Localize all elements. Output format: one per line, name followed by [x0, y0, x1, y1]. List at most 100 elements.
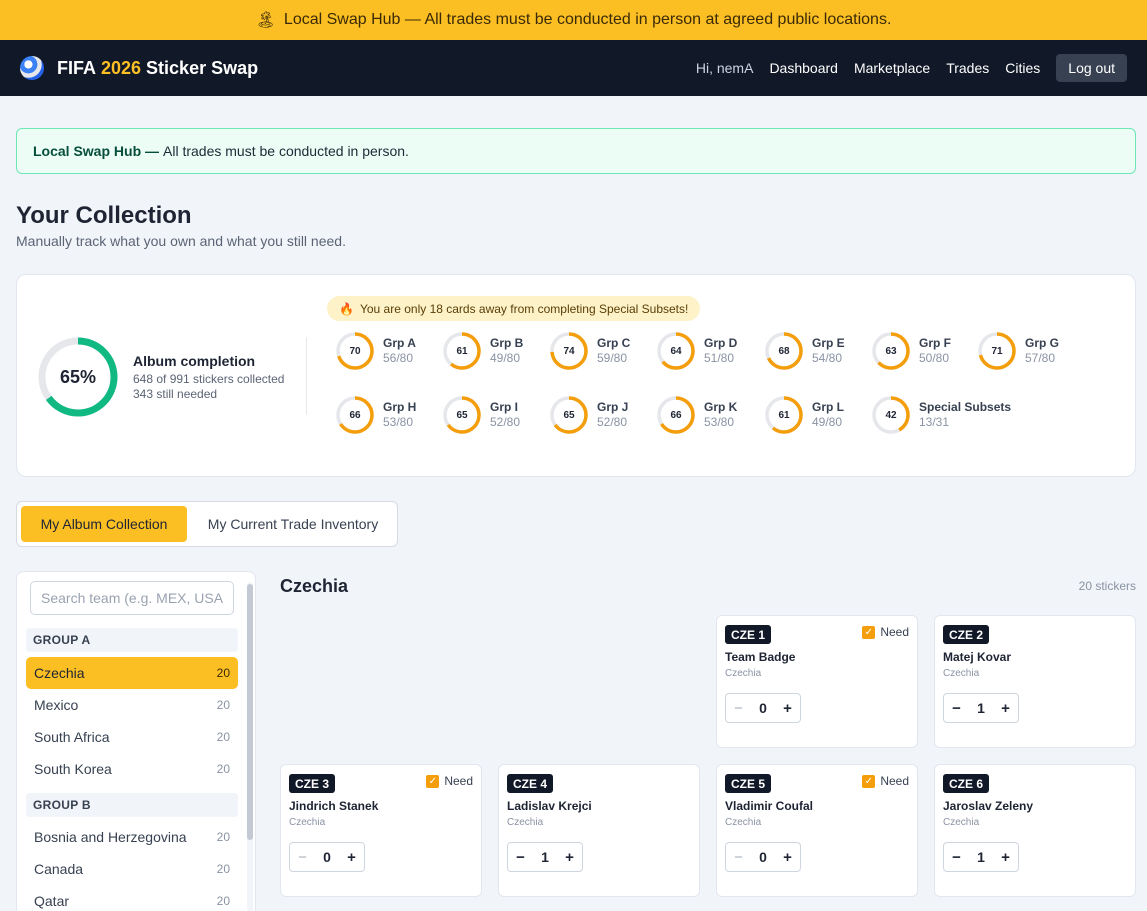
sticker-card-cze-1: CZE 1 ✓ Need Team Badge Czechia −0 +	[716, 615, 918, 748]
sticker-card-cze-5: CZE 5 ✓ Need Vladimir Coufal Czechia −0 +	[716, 764, 918, 897]
group-name: Grp H	[383, 400, 417, 414]
user-greeting: Hi, nemA	[695, 60, 754, 76]
increment-button[interactable]: +	[557, 849, 582, 866]
sticker-card-cze-3: CZE 3 ✓ Need Jindrich Stanek Czechia −0 +	[280, 764, 482, 897]
soccer-ball-icon	[20, 56, 44, 80]
group-name: Grp G	[1025, 336, 1060, 350]
group-percent: 64	[670, 345, 682, 357]
group-progress-grp-f: 63 Grp F 50/80	[871, 331, 977, 375]
group-progress-grp-e: 68 Grp E 54/80	[764, 331, 870, 375]
sticker-code: CZE 2	[943, 625, 990, 644]
increment-button[interactable]: +	[775, 849, 800, 866]
team-name: South Korea	[34, 761, 112, 777]
decrement-button[interactable]: −	[508, 849, 533, 866]
sticker-card-cze-4: CZE 4 Ladislav Krejci Czechia −1 +	[498, 764, 700, 897]
group-progress-grp-i: 65 Grp I 52/80	[442, 395, 548, 439]
alert-bold: Local Swap Hub —	[33, 143, 160, 159]
sticker-code: CZE 4	[507, 774, 554, 793]
group-progress-grp-a: 70 Grp A 56/80	[335, 331, 441, 375]
sidebar-team-south-africa[interactable]: South Africa 20	[26, 721, 238, 753]
need-toggle[interactable]: ✓ Need	[862, 774, 909, 788]
team-count: 20	[216, 698, 230, 712]
group-count: 54/80	[812, 351, 843, 365]
nav-link-trades[interactable]: Trades	[946, 60, 989, 76]
player-team: Czechia	[507, 817, 544, 828]
need-toggle[interactable]: ✓ Need	[426, 774, 473, 788]
increment-button[interactable]: +	[993, 700, 1018, 717]
player-team: Czechia	[943, 668, 980, 679]
info-alert: Local Swap Hub — All trades must be cond…	[16, 128, 1136, 174]
group-percent: 74	[563, 345, 575, 357]
group-progress-grp-h: 66 Grp H 53/80	[335, 395, 441, 439]
checkbox-checked-icon[interactable]: ✓	[862, 625, 876, 639]
away-badge: 🔥 You are only 18 cards away from comple…	[327, 296, 701, 321]
brand-suffix: Sticker Swap	[146, 57, 259, 78]
player-name: Team Badge	[725, 650, 796, 664]
decrement-button[interactable]: −	[726, 700, 751, 717]
sidebar-team-south-korea[interactable]: South Korea 20	[26, 753, 238, 785]
brand-logo[interactable]: FIFA 2026 Sticker Swap	[20, 56, 258, 80]
player-team: Czechia	[289, 817, 326, 828]
group-name: Grp J	[597, 400, 629, 414]
need-toggle[interactable]: ✓ Need	[862, 625, 909, 639]
sidebar-team-bosnia[interactable]: Bosnia and Herzegovina 20	[26, 821, 238, 853]
checkbox-checked-icon[interactable]: ✓	[862, 774, 876, 788]
sticker-code: CZE 5	[725, 774, 772, 793]
player-name: Jindrich Stanek	[289, 799, 379, 813]
banner-text: Local Swap Hub — All trades must be cond…	[283, 11, 892, 28]
tab-trade-inventory[interactable]: My Current Trade Inventory	[195, 506, 391, 542]
sidebar-team-qatar[interactable]: Qatar 20	[26, 885, 238, 911]
team-count: 20	[216, 666, 230, 680]
sidebar-team-mexico[interactable]: Mexico 20	[26, 689, 238, 721]
decrement-button[interactable]: −	[726, 849, 751, 866]
away-message: You are only 18 cards away from completi…	[359, 301, 689, 316]
quantity-value: 0	[323, 849, 331, 865]
group-progress-grp-d: 64 Grp D 51/80	[656, 331, 762, 375]
group-percent: 66	[670, 409, 682, 421]
group-percent: 65	[456, 409, 468, 421]
sidebar-scroll-thumb[interactable]	[247, 584, 253, 840]
group-name: Grp A	[383, 336, 416, 350]
team-sidebar: GROUP A Czechia 20 Mexico 20 South Afric…	[16, 571, 256, 911]
quantity-value: 1	[977, 849, 985, 865]
team-count: 20	[216, 862, 230, 876]
sidebar-team-czechia[interactable]: Czechia 20	[26, 657, 238, 689]
sticker-card-cze-6: CZE 6 Jaroslav Zeleny Czechia −1 +	[934, 764, 1136, 897]
sticker-code: CZE 1	[725, 625, 772, 644]
tab-album-collection[interactable]: My Album Collection	[21, 506, 187, 542]
nav-link-marketplace[interactable]: Marketplace	[854, 60, 930, 76]
checkbox-checked-icon[interactable]: ✓	[426, 774, 440, 788]
quantity-stepper: −1 +	[507, 842, 583, 872]
group-count: 56/80	[383, 351, 414, 365]
nav-link-cities[interactable]: Cities	[1005, 60, 1040, 76]
group-name: Grp B	[490, 336, 524, 350]
need-label: Need	[880, 774, 909, 788]
quantity-value: 0	[759, 700, 767, 716]
player-team: Czechia	[943, 817, 980, 828]
decrement-button[interactable]: −	[944, 849, 969, 866]
team-count: 20	[216, 730, 230, 744]
increment-button[interactable]: +	[993, 849, 1018, 866]
logout-button[interactable]: Log out	[1056, 54, 1127, 82]
group-name: Grp E	[812, 336, 845, 350]
decrement-button[interactable]: −	[944, 700, 969, 717]
sidebar-team-canada[interactable]: Canada 20	[26, 853, 238, 885]
brand-year: 2026	[101, 57, 142, 78]
sticker-count: 20 stickers	[1078, 579, 1136, 593]
group-name: Grp C	[597, 336, 631, 350]
increment-button[interactable]: +	[339, 849, 364, 866]
need-label: Need	[880, 625, 909, 639]
nav-link-dashboard[interactable]: Dashboard	[769, 60, 838, 76]
team-name: Qatar	[34, 893, 70, 909]
page-title: Your Collection	[16, 202, 192, 229]
increment-button[interactable]: +	[775, 700, 800, 717]
team-name: South Africa	[34, 729, 110, 745]
group-progress-grp-g: 71 Grp G 57/80	[977, 331, 1083, 375]
sticker-card-cze-2: CZE 2 Matej Kovar Czechia −1 +	[934, 615, 1136, 748]
group-percent: 42	[885, 409, 897, 421]
decrement-button[interactable]: −	[290, 849, 315, 866]
quantity-value: 1	[541, 849, 549, 865]
group-count: 59/80	[597, 351, 628, 365]
team-search-input[interactable]	[30, 581, 234, 615]
player-name: Matej Kovar	[943, 650, 1012, 664]
